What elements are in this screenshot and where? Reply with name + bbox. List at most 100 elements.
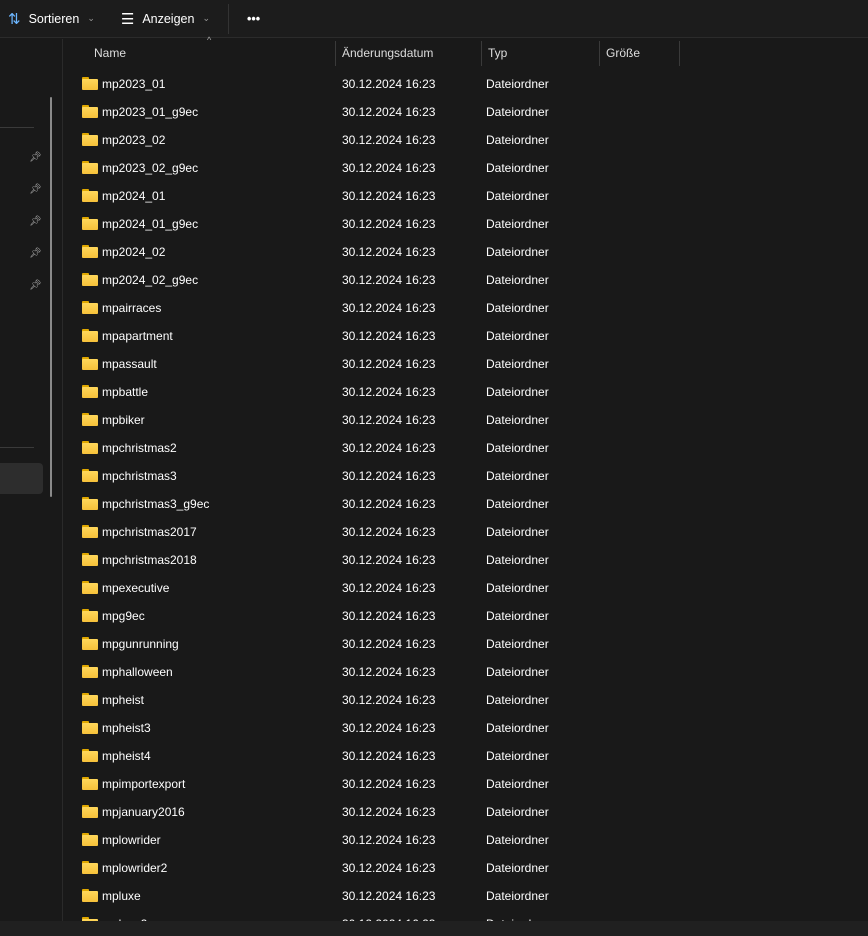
pin-icon[interactable]: 📌︎ xyxy=(29,152,42,163)
file-row[interactable]: mpassault 30.12.2024 16:23 Dateiordner xyxy=(63,350,868,378)
file-type: Dateiordner xyxy=(486,889,549,903)
file-type: Dateiordner xyxy=(486,301,549,315)
column-size[interactable]: Größe xyxy=(600,41,680,66)
file-name: mplowrider xyxy=(102,833,161,847)
file-date: 30.12.2024 16:23 xyxy=(342,273,436,287)
file-row[interactable]: mp2024_01 30.12.2024 16:23 Dateiordner xyxy=(63,182,868,210)
file-row[interactable]: mpheist3 30.12.2024 16:23 Dateiordner xyxy=(63,714,868,742)
file-date: 30.12.2024 16:23 xyxy=(342,637,436,651)
file-row[interactable]: mp2024_02 30.12.2024 16:23 Dateiordner xyxy=(63,238,868,266)
folder-icon xyxy=(82,889,98,902)
file-type: Dateiordner xyxy=(486,189,549,203)
file-name: mpapartment xyxy=(102,329,173,343)
file-row[interactable]: mpapartment 30.12.2024 16:23 Dateiordner xyxy=(63,322,868,350)
file-name: mpchristmas2018 xyxy=(102,553,197,567)
file-date: 30.12.2024 16:23 xyxy=(342,693,436,707)
folder-icon xyxy=(82,833,98,846)
file-name: mp2023_01_g9ec xyxy=(102,105,199,119)
file-date: 30.12.2024 16:23 xyxy=(342,665,436,679)
file-row[interactable]: mp2024_02_g9ec 30.12.2024 16:23 Dateiord… xyxy=(63,266,868,294)
folder-icon xyxy=(82,133,98,146)
file-row[interactable]: mpchristmas3_g9ec 30.12.2024 16:23 Datei… xyxy=(63,490,868,518)
column-type[interactable]: Typ xyxy=(482,41,600,66)
file-row[interactable]: mp2023_01_g9ec 30.12.2024 16:23 Dateiord… xyxy=(63,98,868,126)
file-name: mpchristmas2017 xyxy=(102,525,197,539)
file-date: 30.12.2024 16:23 xyxy=(342,133,436,147)
file-date: 30.12.2024 16:23 xyxy=(342,525,436,539)
folder-icon xyxy=(82,273,98,286)
column-header: ^ Name Änderungsdatum Typ Größe xyxy=(63,35,868,66)
file-row[interactable]: mp2023_02_g9ec 30.12.2024 16:23 Dateiord… xyxy=(63,154,868,182)
file-name: mpjanuary2016 xyxy=(102,805,185,819)
file-type: Dateiordner xyxy=(486,245,549,259)
file-type: Dateiordner xyxy=(486,693,549,707)
file-name: mpheist4 xyxy=(102,749,151,763)
folder-icon xyxy=(82,441,98,454)
file-row[interactable]: mpheist4 30.12.2024 16:23 Dateiordner xyxy=(63,742,868,770)
file-row[interactable]: mpheist 30.12.2024 16:23 Dateiordner xyxy=(63,686,868,714)
folder-icon xyxy=(82,525,98,538)
file-name: mpbiker xyxy=(102,413,145,427)
file-type: Dateiordner xyxy=(486,329,549,343)
pin-icon[interactable]: 📌︎ xyxy=(29,280,42,291)
file-type: Dateiordner xyxy=(486,77,549,91)
file-date: 30.12.2024 16:23 xyxy=(342,217,436,231)
file-row[interactable]: mpbiker 30.12.2024 16:23 Dateiordner xyxy=(63,406,868,434)
file-row[interactable]: mphalloween 30.12.2024 16:23 Dateiordner xyxy=(63,658,868,686)
folder-icon xyxy=(82,721,98,734)
file-row[interactable]: mplowrider2 30.12.2024 16:23 Dateiordner xyxy=(63,854,868,882)
file-row[interactable]: mpchristmas3 30.12.2024 16:23 Dateiordne… xyxy=(63,462,868,490)
file-row[interactable]: mpimportexport 30.12.2024 16:23 Dateiord… xyxy=(63,770,868,798)
file-type: Dateiordner xyxy=(486,105,549,119)
file-row[interactable]: mpairraces 30.12.2024 16:23 Dateiordner xyxy=(63,294,868,322)
file-name: mp2024_01 xyxy=(102,189,166,203)
column-name[interactable]: Name xyxy=(88,41,336,66)
file-name: mp2024_02 xyxy=(102,245,166,259)
pin-icon[interactable]: 📌︎ xyxy=(29,248,42,259)
file-type: Dateiordner xyxy=(486,665,549,679)
file-name: mpg9ec xyxy=(102,609,145,623)
view-lines-icon: ☰ xyxy=(120,10,135,28)
file-name: mpchristmas3_g9ec xyxy=(102,497,210,511)
pin-icon[interactable]: 📌︎ xyxy=(29,184,42,195)
file-row[interactable]: mpexecutive 30.12.2024 16:23 Dateiordner xyxy=(63,574,868,602)
file-date: 30.12.2024 16:23 xyxy=(342,189,436,203)
folder-icon xyxy=(82,189,98,202)
file-row[interactable]: mp2023_01 30.12.2024 16:23 Dateiordner xyxy=(63,70,868,98)
file-row[interactable]: mpluxe2 30.12.2024 16:23 Dateiordner xyxy=(63,910,868,921)
file-date: 30.12.2024 16:23 xyxy=(342,161,436,175)
file-type: Dateiordner xyxy=(486,749,549,763)
more-button[interactable]: ••• xyxy=(239,4,268,34)
file-row[interactable]: mpgunrunning 30.12.2024 16:23 Dateiordne… xyxy=(63,630,868,658)
file-row[interactable]: mpjanuary2016 30.12.2024 16:23 Dateiordn… xyxy=(63,798,868,826)
file-row[interactable]: mpg9ec 30.12.2024 16:23 Dateiordner xyxy=(63,602,868,630)
file-date: 30.12.2024 16:23 xyxy=(342,833,436,847)
file-row[interactable]: mpluxe 30.12.2024 16:23 Dateiordner xyxy=(63,882,868,910)
sort-label: Sortieren xyxy=(28,11,80,26)
file-type: Dateiordner xyxy=(486,385,549,399)
file-date: 30.12.2024 16:23 xyxy=(342,357,436,371)
pin-icon[interactable]: 📌︎ xyxy=(29,216,42,227)
file-type: Dateiordner xyxy=(486,637,549,651)
file-name: mpairraces xyxy=(102,301,162,315)
nav-item-selected[interactable] xyxy=(0,463,43,494)
file-row[interactable]: mpchristmas2018 30.12.2024 16:23 Dateior… xyxy=(63,546,868,574)
file-row[interactable]: mpchristmas2017 30.12.2024 16:23 Dateior… xyxy=(63,518,868,546)
file-date: 30.12.2024 16:23 xyxy=(342,105,436,119)
nav-scrollbar[interactable] xyxy=(50,97,52,497)
sort-button[interactable]: ⇅ Sortieren ⌄ xyxy=(0,4,103,34)
file-type: Dateiordner xyxy=(486,441,549,455)
file-row[interactable]: mp2024_01_g9ec 30.12.2024 16:23 Dateiord… xyxy=(63,210,868,238)
file-type: Dateiordner xyxy=(486,413,549,427)
folder-icon xyxy=(82,693,98,706)
file-name: mp2023_02 xyxy=(102,133,166,147)
file-row[interactable]: mp2023_02 30.12.2024 16:23 Dateiordner xyxy=(63,126,868,154)
file-name: mpheist xyxy=(102,693,145,707)
file-date: 30.12.2024 16:23 xyxy=(342,749,436,763)
file-row[interactable]: mpchristmas2 30.12.2024 16:23 Dateiordne… xyxy=(63,434,868,462)
view-button[interactable]: ☰ Anzeigen ⌄ xyxy=(113,4,218,34)
column-date[interactable]: Änderungsdatum xyxy=(336,41,482,66)
file-name: mpgunrunning xyxy=(102,637,179,651)
file-row[interactable]: mpbattle 30.12.2024 16:23 Dateiordner xyxy=(63,378,868,406)
file-row[interactable]: mplowrider 30.12.2024 16:23 Dateiordner xyxy=(63,826,868,854)
